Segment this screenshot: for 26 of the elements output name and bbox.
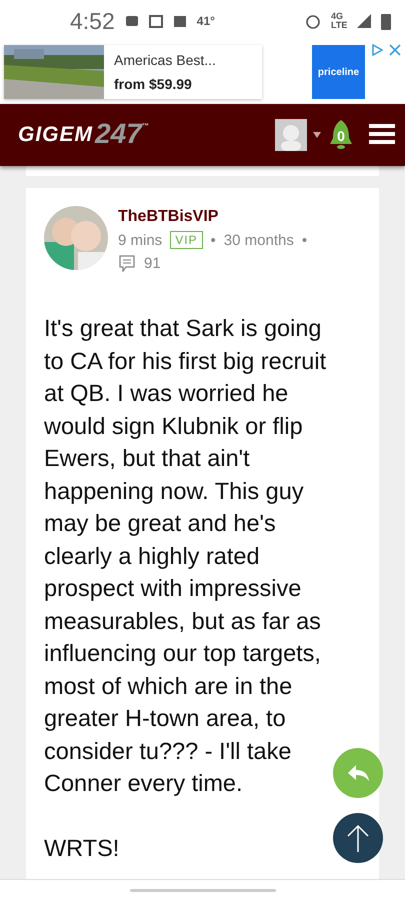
calendar-icon (148, 14, 163, 28)
alarm-icon (305, 13, 321, 29)
signal-icon (357, 14, 371, 28)
reply-arrow-icon (346, 763, 370, 783)
ad-choices-icon[interactable] (371, 44, 383, 56)
ad-price: from $59.99 (114, 76, 193, 92)
ad-card[interactable]: Americas Best... from $59.99 (4, 45, 262, 99)
post-paragraph: It's great that Sark is going to CA for his first big recruit at QB. I was worried he would sign Klubnik or flip Ewers, but that ain't happening now. This guy may be great and he's clearly a highly rated prospect with impressive measurables, but as far as influencing our top targets, most of which are in the greater H-town area, to consider tu??? - I'll take Conner every time. (44, 314, 328, 798)
caret-icon[interactable] (313, 132, 321, 138)
close-icon[interactable] (389, 44, 401, 56)
member-tenure: 30 months (224, 232, 294, 248)
network-type: 4G LTE (331, 12, 347, 30)
post-time: 9 mins (118, 232, 162, 248)
author-name[interactable]: TheBTBisVIP (118, 208, 308, 226)
comment-icon (118, 254, 136, 272)
ad-title: Americas Best... (114, 52, 216, 68)
up-arrow-icon (346, 823, 370, 853)
post-paragraph: WRTS! (44, 834, 120, 862)
ad-logo[interactable]: priceline (312, 45, 365, 99)
temperature: 41° (196, 14, 215, 28)
separator: • (210, 232, 216, 248)
post-count: 91 (144, 254, 161, 272)
battery-icon (381, 12, 391, 30)
clock-time: 4:52 (70, 8, 115, 34)
separator: • (302, 232, 308, 248)
vip-badge: VIP (170, 231, 203, 249)
